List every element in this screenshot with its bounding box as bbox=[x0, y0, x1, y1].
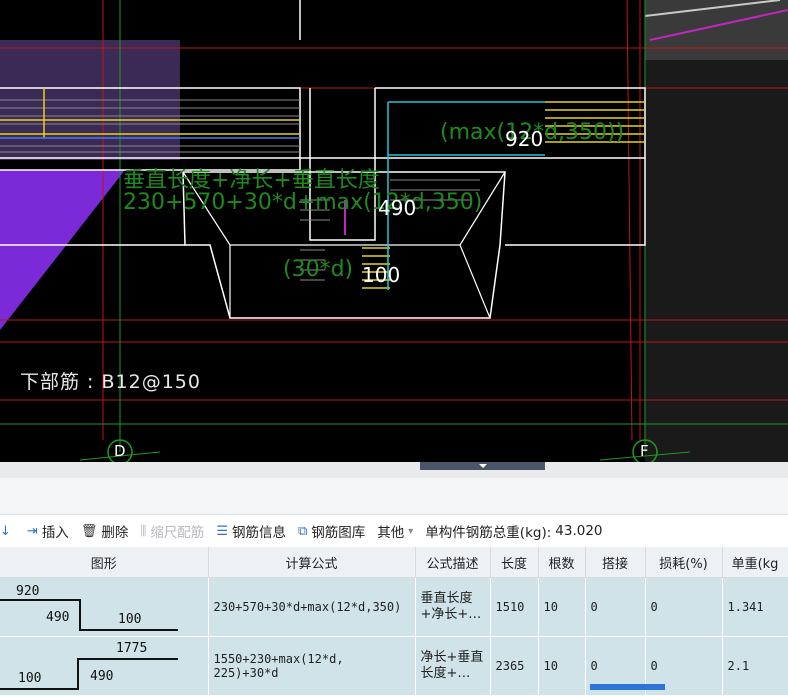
header-description[interactable]: 公式描述 bbox=[415, 547, 491, 578]
table-row[interactable]: 920 490 100 230+570+30*d+max(12*d,350) 垂… bbox=[0, 577, 788, 637]
header-loss[interactable]: 损耗(%) bbox=[645, 547, 723, 578]
shape-dim-left: 100 bbox=[18, 671, 42, 686]
dim-mid-number: 490 bbox=[378, 196, 417, 220]
dim-mid-formula: 230+570+30*d+max(12*d,350) bbox=[123, 190, 483, 215]
header-formula[interactable]: 计算公式 bbox=[208, 547, 416, 578]
header-length[interactable]: 长度 bbox=[490, 547, 539, 578]
formula-cell[interactable]: 230+570+30*d+max(12*d,350) bbox=[208, 577, 416, 637]
panel-tabs-strip bbox=[0, 478, 788, 515]
dim-bottom-label: (30*d) bbox=[283, 257, 354, 282]
rebar-library-button[interactable]: ⧉ 钢筋图库 bbox=[297, 521, 365, 542]
rebar-shape-cell[interactable]: 920 490 100 bbox=[0, 577, 209, 637]
cad-viewport[interactable]: (max(12*d,350)) 920 垂直长度+净长+垂直长度 230+570… bbox=[0, 0, 788, 462]
header-unit-weight[interactable]: 单重(kg bbox=[722, 547, 788, 578]
shape-dim-top: 1775 bbox=[116, 641, 148, 656]
description-text: 垂直长度 +净长+… bbox=[420, 591, 482, 622]
rebar-note: 下部筋 : B12@150 bbox=[20, 371, 201, 393]
rebar-info-button[interactable]: ☰ 钢筋信息 bbox=[216, 521, 286, 542]
header-overlap[interactable]: 搭接 bbox=[585, 547, 646, 578]
rebar-shape-cell[interactable]: 1775 100 490 bbox=[0, 636, 209, 696]
rebar-table: 图形 计算公式 公式描述 长度 根数 搭接 损耗(%) 单重(kg 920 49… bbox=[0, 547, 788, 696]
rebar-shape-drawing bbox=[0, 658, 178, 690]
total-weight-value: 43.020 bbox=[555, 523, 603, 539]
trash-icon: 🗑 bbox=[80, 523, 98, 539]
axis-label-d: D bbox=[114, 442, 126, 460]
arrow-down-icon: ↓ bbox=[0, 523, 11, 539]
unit-weight-cell[interactable]: 2.1 bbox=[722, 636, 788, 696]
length-cell[interactable]: 2365 bbox=[490, 636, 539, 696]
loss-cell[interactable]: 0 bbox=[645, 577, 723, 637]
chevron-down-icon: ▾ bbox=[408, 525, 414, 537]
formula-text: 1550+230+max(12*d, 225)+30*d bbox=[213, 652, 344, 680]
collapse-arrow-icon[interactable] bbox=[479, 464, 487, 468]
horizontal-scrollbar[interactable] bbox=[590, 684, 665, 690]
scale-rebar-button[interactable]: ⫼ 缩尺配筋 bbox=[140, 521, 204, 542]
dim-bottom-number: 100 bbox=[362, 263, 401, 287]
total-weight-label: 单构件钢筋总重(kg): 43.020 bbox=[425, 523, 603, 541]
count-cell[interactable]: 10 bbox=[538, 636, 586, 696]
length-cell[interactable]: 1510 bbox=[490, 577, 539, 637]
overlap-cell[interactable]: 0 bbox=[585, 577, 646, 637]
insert-row-icon: ⇥ bbox=[26, 523, 38, 539]
shape-dim-left: 490 bbox=[46, 610, 70, 625]
description-cell[interactable]: 净长+垂直 长度+… bbox=[415, 636, 491, 696]
header-count[interactable]: 根数 bbox=[538, 547, 586, 578]
other-menu-button[interactable]: 其他 ▾ bbox=[377, 521, 413, 541]
unit-weight-cell[interactable]: 1.341 bbox=[722, 577, 788, 637]
scale-icon: ⫼ bbox=[140, 523, 147, 539]
shape-dim-right: 490 bbox=[90, 669, 114, 684]
move-down-button[interactable]: ↓ bbox=[0, 524, 15, 539]
insert-button[interactable]: ⇥ 插入 bbox=[26, 521, 69, 542]
description-text: 净长+垂直 长度+… bbox=[420, 650, 484, 681]
library-icon: ⧉ bbox=[297, 523, 308, 539]
table-row[interactable]: 1775 100 490 1550+230+max(12*d, 225)+30*… bbox=[0, 636, 788, 696]
count-cell[interactable]: 10 bbox=[538, 577, 586, 637]
rebar-toolbar: ↓ ⇥ 插入 🗑 删除 ⫼ 缩尺配筋 ☰ 钢筋信息 ⧉ 钢筋图库 其他 ▾ 单构件钢筋总重(… bbox=[0, 515, 788, 547]
header-shape[interactable]: 图形 bbox=[0, 547, 209, 578]
panel-splitter[interactable] bbox=[0, 462, 788, 478]
delete-button[interactable]: 🗑 删除 bbox=[80, 521, 129, 542]
table-header-row: 图形 计算公式 公式描述 长度 根数 搭接 损耗(%) 单重(kg bbox=[0, 547, 788, 578]
shape-dim-top: 920 bbox=[16, 584, 40, 599]
dim-top-number: 920 bbox=[505, 127, 544, 151]
info-list-icon: ☰ bbox=[216, 523, 228, 539]
description-cell[interactable]: 垂直长度 +净长+… bbox=[415, 577, 491, 637]
axis-label-f: F bbox=[640, 442, 649, 460]
shape-dim-right: 100 bbox=[118, 612, 142, 627]
formula-cell[interactable]: 1550+230+max(12*d, 225)+30*d bbox=[208, 636, 416, 696]
